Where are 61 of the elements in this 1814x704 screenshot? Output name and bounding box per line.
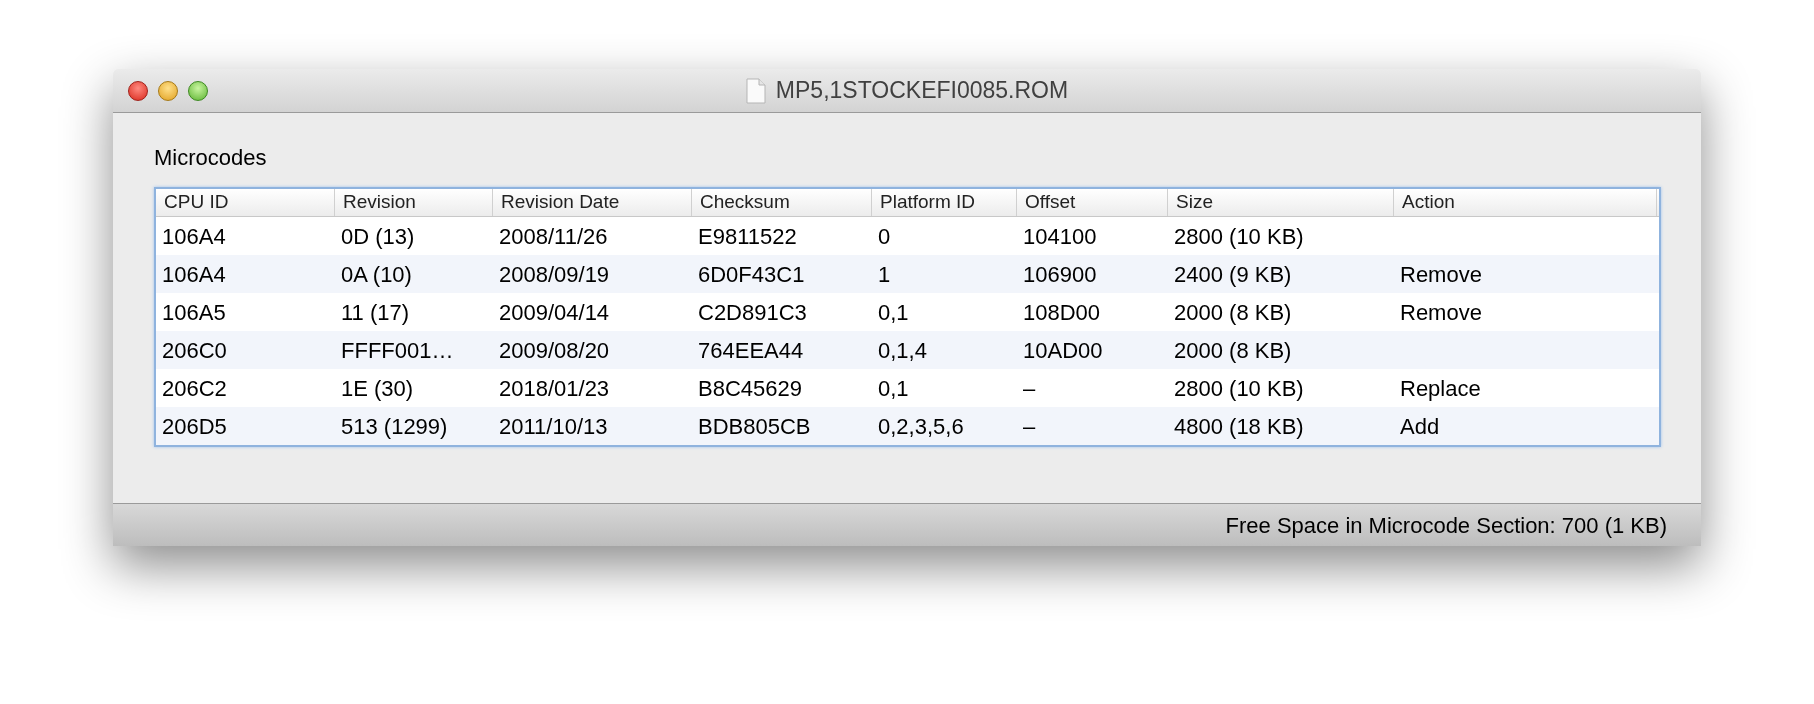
column-header[interactable]: Platform ID — [872, 189, 1017, 216]
column-header[interactable]: Action — [1394, 189, 1657, 216]
table-cell-text: 0 — [878, 222, 891, 251]
table-cell-text: C2D891C3 — [698, 298, 807, 327]
table-cell-text: E9811522 — [698, 222, 797, 251]
table-cell-text: 6D0F43C1 — [698, 260, 805, 289]
table-cell-text: 2011/10/13 — [499, 412, 608, 441]
table-cell-text: 106A4 — [162, 260, 226, 289]
table-cell-text: BDB805CB — [698, 412, 811, 441]
table-cell-text: 2009/04/14 — [499, 298, 610, 327]
table-cell-text: 206C2 — [162, 374, 227, 403]
table-cell-text: – — [1023, 374, 1036, 403]
table-cell-text: 106900 — [1023, 260, 1097, 289]
table-cell-text: Add — [1400, 412, 1440, 441]
status-bar: Free Space in Microcode Section: 700 (1 KB) — [113, 503, 1701, 546]
column-header[interactable]: Offset — [1017, 189, 1168, 216]
table-cell-text: 0,1,4 — [878, 336, 927, 365]
table-cell-text: 2018/01/23 — [499, 374, 610, 403]
column-header[interactable]: CPU ID — [156, 189, 335, 216]
zoom-button[interactable] — [188, 80, 208, 101]
column-header[interactable]: Revision Date — [493, 189, 692, 216]
table-cell-text: 104100 — [1023, 222, 1097, 251]
table-cell-text: 206D5 — [162, 412, 227, 441]
table-cell-text: 4800 (18 KB) — [1174, 412, 1304, 441]
table-cell-text: 2008/11/26 — [499, 222, 608, 251]
table-cell-text: 0D (13) — [341, 222, 415, 251]
section-label: Microcodes — [154, 144, 268, 172]
table-cell-text: B8C45629 — [698, 374, 802, 403]
table-cell-text: 2000 (8 KB) — [1174, 298, 1292, 327]
table-cell-text: 0,2,3,5,6 — [878, 412, 964, 441]
table-cell-text: 2009/08/20 — [499, 336, 610, 365]
table-cell-text: 106A5 — [162, 298, 226, 327]
column-header[interactable]: Checksum — [692, 189, 872, 216]
table-cell-text: 1E (30) — [341, 374, 414, 403]
table-cell-text: 764EEA44 — [698, 336, 804, 365]
table-cell-text: 2800 (10 KB) — [1174, 374, 1304, 403]
table-cell-text: Remove — [1400, 298, 1482, 327]
table-cell-text: 0A (10) — [341, 260, 412, 289]
table-cell-text: 11 (17) — [341, 298, 410, 327]
column-header[interactable]: Size — [1168, 189, 1394, 216]
table-cell-text: – — [1023, 412, 1036, 441]
table-cell-text: 2000 (8 KB) — [1174, 336, 1292, 365]
table-cell-text: Replace — [1400, 374, 1481, 403]
column-header[interactable]: Revision — [335, 189, 493, 216]
table-cell-text: 2800 (10 KB) — [1174, 222, 1304, 251]
table-cell-text: 106A4 — [162, 222, 226, 251]
table-cell-text: Remove — [1400, 260, 1482, 289]
table-cell-text: FFFF001… — [341, 336, 454, 365]
table-cell-text: 2008/09/19 — [499, 260, 610, 289]
minimize-button[interactable] — [158, 80, 178, 101]
table-cell-text: 513 (1299) — [341, 412, 448, 441]
document-icon — [745, 77, 766, 104]
close-button[interactable] — [128, 80, 148, 101]
table-cell-text: 206C0 — [162, 336, 227, 365]
table-cell-text: 108D00 — [1023, 298, 1101, 327]
table-cell-text: 2400 (9 KB) — [1174, 260, 1292, 289]
table-cell-text: 0,1 — [878, 374, 909, 403]
table-cell-text: 0,1 — [878, 298, 909, 327]
table-cell-text: 10AD00 — [1023, 336, 1103, 365]
window-title: MP5,1STOCKEFI0085.ROM — [775, 76, 1069, 106]
table-cell-text: 1 — [878, 260, 891, 289]
